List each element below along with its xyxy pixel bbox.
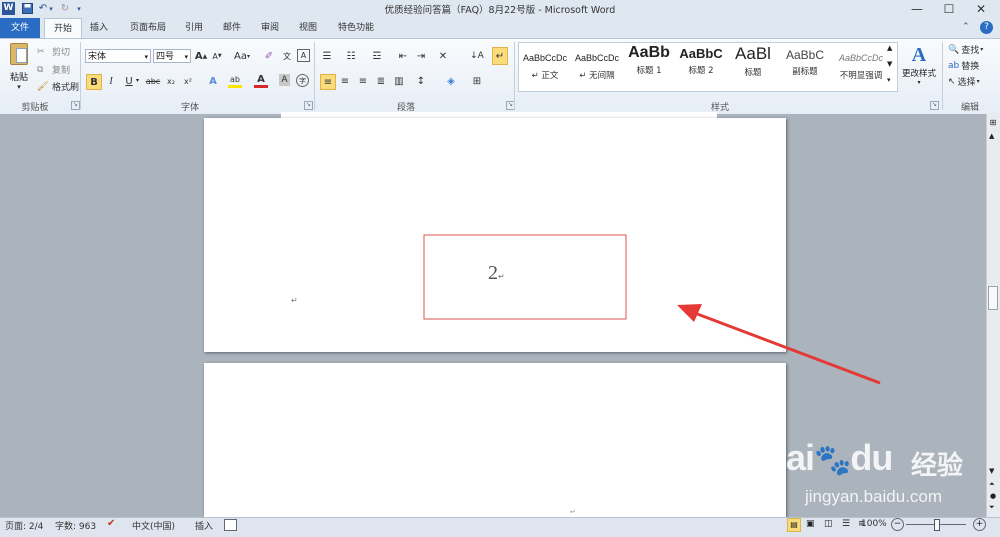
next-page-icon[interactable]: ⏷	[989, 503, 995, 512]
scrollbar-thumb[interactable]	[988, 286, 998, 310]
previous-page-icon[interactable]: ⏶	[989, 480, 995, 489]
status-page[interactable]: 页面: 2/4	[5, 519, 43, 532]
proofing-icon[interactable]: ✔	[107, 518, 115, 529]
web-layout-icon[interactable]: ◫	[824, 519, 833, 529]
annotation-box	[423, 234, 627, 320]
print-layout-view-icon[interactable]: ▤	[787, 518, 801, 532]
vertical-scrollbar[interactable]	[986, 114, 1000, 517]
zoom-level[interactable]: 100%	[861, 519, 887, 529]
annotation-overlay	[423, 234, 881, 385]
status-insert-mode[interactable]: 插入	[195, 519, 213, 532]
scroll-down-icon[interactable]: ▼	[989, 467, 994, 475]
zoom-slider-thumb[interactable]	[934, 519, 940, 531]
full-screen-reading-icon[interactable]: ▣	[806, 519, 815, 529]
outline-view-icon[interactable]: ☰	[842, 519, 850, 529]
zoom-in-icon[interactable]: +	[973, 518, 986, 531]
scroll-up-icon[interactable]: ▲	[989, 132, 994, 140]
annotation-arrow	[691, 310, 881, 385]
status-language[interactable]: 中文(中国)	[132, 519, 175, 532]
ruler-toggle-icon[interactable]: ⊞	[988, 118, 998, 128]
zoom-out-icon[interactable]: −	[891, 518, 904, 531]
macro-record-icon[interactable]	[224, 519, 237, 531]
status-word-count[interactable]: 字数: 963	[55, 519, 96, 532]
browse-object-icon[interactable]: ●	[990, 492, 996, 500]
